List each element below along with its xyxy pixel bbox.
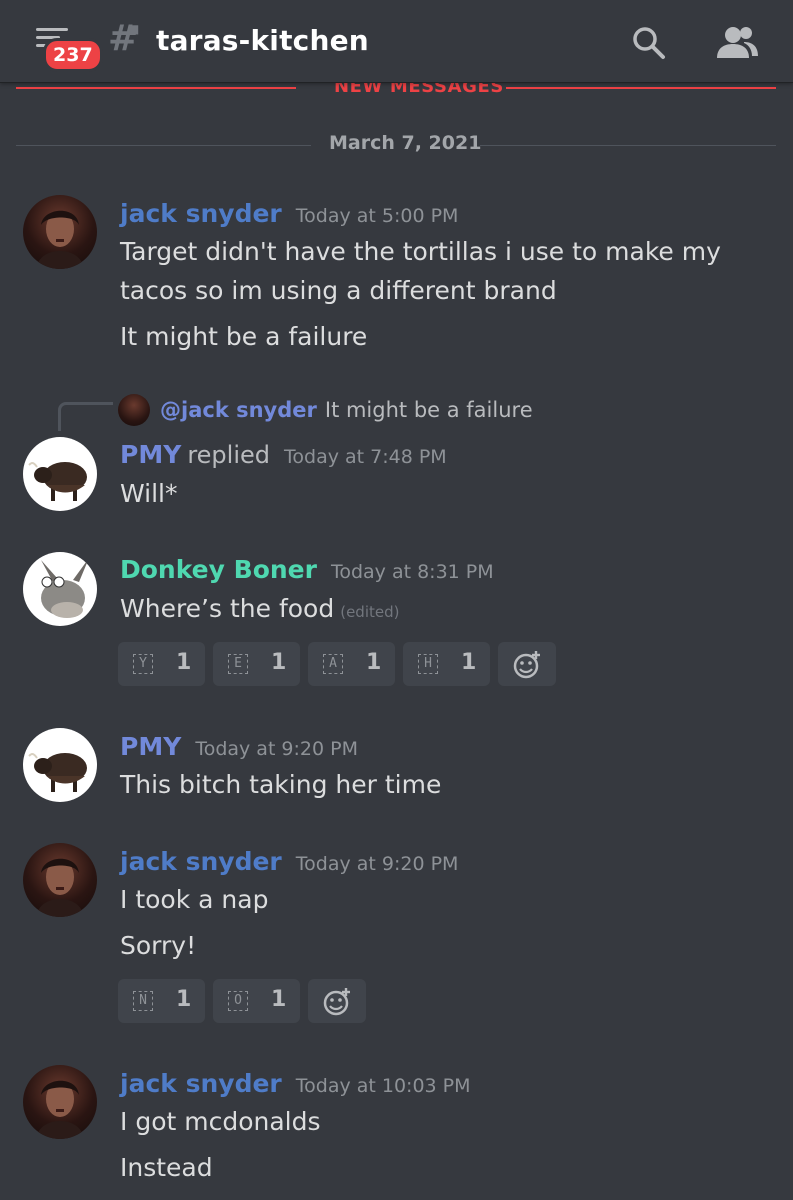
message-text: Instead: [120, 1153, 213, 1182]
author-name[interactable]: PMY: [120, 440, 181, 469]
message-text: Where’s the food (edited): [120, 590, 399, 629]
date-divider: March 7, 2021: [16, 132, 776, 160]
avatar[interactable]: [23, 728, 97, 802]
regional-y-emoji-icon: Y: [133, 654, 153, 674]
replied-label: replied: [187, 441, 270, 469]
message-text: Will*: [120, 479, 178, 508]
reaction[interactable]: N 1: [118, 979, 205, 1023]
search-icon[interactable]: [630, 24, 666, 60]
reaction[interactable]: H 1: [403, 642, 490, 686]
author-name[interactable]: Donkey Boner: [120, 555, 317, 584]
reaction-count: 1: [271, 987, 287, 1012]
reaction[interactable]: Y 1: [118, 642, 205, 686]
reply-avatar: [118, 394, 150, 426]
regional-n-emoji-icon: N: [133, 991, 153, 1011]
message-text: I got mcdonalds: [120, 1107, 321, 1136]
author-name[interactable]: PMY: [120, 732, 181, 761]
timestamp: Today at 7:48 PM: [284, 446, 447, 468]
members-icon[interactable]: [714, 24, 760, 60]
reply-connector: [58, 402, 113, 431]
author-name[interactable]: jack snyder: [120, 199, 282, 228]
unread-badge: 237: [43, 38, 103, 72]
message-text: It might be a failure: [120, 322, 368, 351]
reply-preview[interactable]: @jack snyder It might be a failure: [160, 398, 533, 422]
author-name[interactable]: jack snyder: [120, 847, 282, 876]
regional-o-emoji-icon: O: [228, 991, 248, 1011]
reaction-count: 1: [461, 650, 477, 675]
channel-name[interactable]: taras-kitchen: [156, 24, 369, 57]
add-reaction-icon: [513, 651, 540, 679]
avatar[interactable]: [23, 843, 97, 917]
reaction-count: 1: [176, 650, 192, 675]
channel-header: 237 # ■ taras-kitchen: [0, 0, 793, 82]
message-text: Sorry!: [120, 931, 197, 960]
avatar[interactable]: [23, 195, 97, 269]
reaction-bar: Y 1 E 1 A 1 H 1: [118, 642, 556, 686]
reaction-bar: N 1 O 1: [118, 979, 366, 1023]
message-text: Target didn't have the tortillas i use t…: [120, 237, 721, 266]
timestamp: Today at 9:20 PM: [295, 853, 459, 875]
timestamp: Today at 10:03 PM: [295, 1075, 471, 1097]
add-reaction-icon: [323, 988, 350, 1016]
add-reaction-button[interactable]: [498, 642, 556, 686]
timestamp: Today at 8:31 PM: [330, 561, 494, 583]
reaction-count: 1: [271, 650, 287, 675]
message-text: This bitch taking her time: [120, 770, 442, 799]
avatar[interactable]: [23, 1065, 97, 1139]
timestamp: Today at 9:20 PM: [195, 738, 358, 760]
regional-e-emoji-icon: E: [228, 654, 248, 674]
edited-label: (edited): [340, 603, 400, 621]
date-label: March 7, 2021: [329, 132, 482, 154]
menu-button[interactable]: 237: [30, 24, 103, 72]
reaction[interactable]: O 1: [213, 979, 300, 1023]
lock-icon: ■: [128, 22, 140, 36]
regional-a-emoji-icon: A: [323, 654, 343, 674]
regional-h-emoji-icon: H: [418, 654, 438, 674]
reaction[interactable]: A 1: [308, 642, 395, 686]
reaction-count: 1: [176, 987, 192, 1012]
author-name[interactable]: jack snyder: [120, 1069, 282, 1098]
timestamp: Today at 5:00 PM: [295, 205, 459, 227]
avatar[interactable]: [23, 437, 97, 511]
avatar[interactable]: [23, 552, 97, 626]
add-reaction-button[interactable]: [308, 979, 366, 1023]
reply-content: It might be a failure: [324, 398, 533, 422]
reaction[interactable]: E 1: [213, 642, 300, 686]
message-text: tacos so im using a different brand: [120, 276, 557, 305]
new-messages-divider: NEW MESSAGES: [16, 76, 776, 97]
reply-mention[interactable]: @jack snyder: [160, 398, 317, 422]
message-text: I took a nap: [120, 885, 269, 914]
message-text-content: Where’s the food: [120, 594, 335, 623]
reaction-count: 1: [366, 650, 382, 675]
